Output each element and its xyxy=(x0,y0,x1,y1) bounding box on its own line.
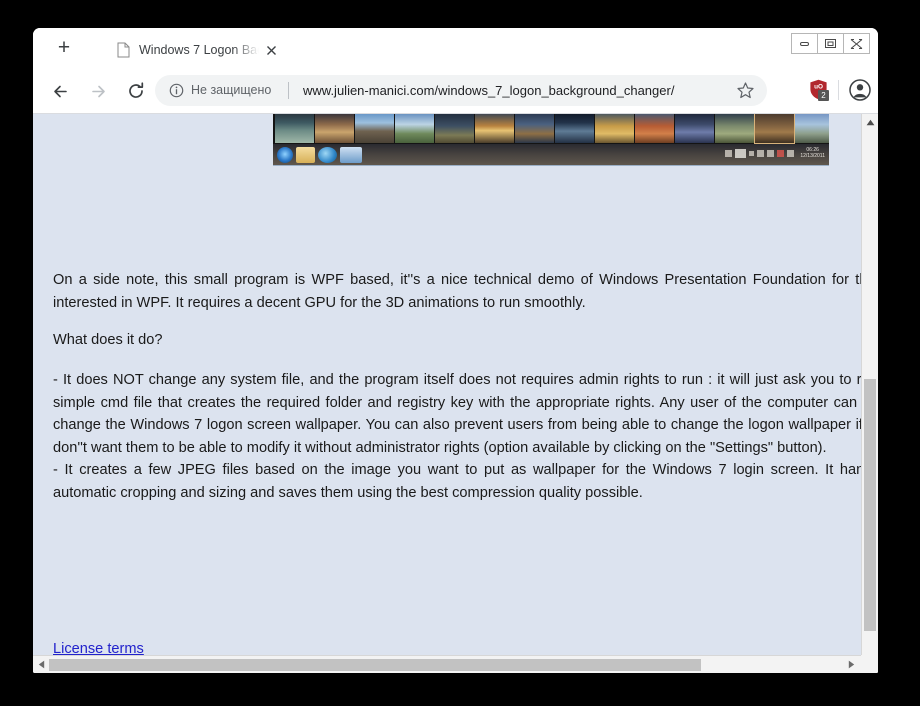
wallpaper-thumbnail xyxy=(315,114,354,143)
horizontal-scrollbar-thumb[interactable] xyxy=(49,659,701,671)
wallpaper-thumbnail xyxy=(715,114,754,143)
wallpaper-thumbnail xyxy=(515,114,554,143)
explorer-icon xyxy=(296,146,315,163)
new-tab-button[interactable]: + xyxy=(53,37,75,59)
reload-icon[interactable] xyxy=(123,78,149,104)
screenshot-root: + Windows 7 Logon Backgr xyxy=(0,0,920,706)
scrollbar-corner xyxy=(861,655,878,673)
url-text: www.julien-manici.com/windows_7_logon_ba… xyxy=(303,83,675,98)
paragraph-bullet-1: - It does NOT change any system file, an… xyxy=(53,372,878,456)
program-screenshot-image: 06:26 12/13/2011 xyxy=(273,114,829,166)
page-content: 06:26 12/13/2011 On a side note, this sm… xyxy=(33,114,878,657)
clock-date: 12/13/2011 xyxy=(800,153,825,159)
tray-pen-icon xyxy=(735,148,747,158)
maximize-button[interactable] xyxy=(817,33,844,54)
security-status-label: Не защищено xyxy=(191,83,272,97)
start-orb-icon xyxy=(277,146,293,163)
star-icon[interactable] xyxy=(736,81,755,100)
paragraph-question: What does it do? xyxy=(53,332,163,348)
scroll-right-arrow-icon[interactable] xyxy=(843,656,860,673)
tray-volume-icon xyxy=(787,149,795,157)
windows-taskbar: 06:26 12/13/2011 xyxy=(273,144,829,165)
wallpaper-thumbnail xyxy=(275,114,314,143)
close-button[interactable] xyxy=(843,33,870,54)
wallpaper-thumbnail-selected xyxy=(754,114,795,144)
omnibox-divider xyxy=(288,82,289,99)
wallpaper-thumbnail xyxy=(355,114,394,143)
wallpaper-thumbnail xyxy=(675,114,714,143)
paragraph-bullet-2: - It creates a few JPEG files based on t… xyxy=(53,462,878,501)
address-bar[interactable]: Не защищено www.julien-manici.com/window… xyxy=(155,75,767,106)
tray-language-icon xyxy=(725,149,733,157)
tray-battery-icon xyxy=(777,149,785,157)
profile-avatar-icon[interactable] xyxy=(849,79,871,101)
page-viewport: 06:26 12/13/2011 On a side note, this sm… xyxy=(33,114,878,673)
vertical-scrollbar[interactable] xyxy=(861,114,878,673)
info-circle-icon[interactable] xyxy=(169,83,184,98)
back-button[interactable] xyxy=(47,78,73,104)
browser-toolbar: Не защищено www.julien-manici.com/window… xyxy=(33,68,878,114)
vertical-scrollbar-thumb[interactable] xyxy=(864,379,876,631)
wallpaper-thumbnail xyxy=(595,114,634,143)
chrome-browser-window: + Windows 7 Logon Backgr xyxy=(33,28,878,673)
taskbar-clock: 06:26 12/13/2011 xyxy=(800,147,825,159)
ublock-origin-icon[interactable]: uO 2 xyxy=(809,79,829,101)
wallpaper-thumbnail xyxy=(435,114,474,143)
scroll-up-arrow-icon[interactable] xyxy=(862,114,878,131)
minimize-button[interactable] xyxy=(791,33,818,54)
wallpaper-thumbnail-row xyxy=(273,114,829,144)
wallpaper-thumbnail xyxy=(635,114,674,143)
page-icon xyxy=(117,42,130,58)
media-center-icon xyxy=(340,146,362,163)
forward-button[interactable] xyxy=(85,78,111,104)
tab-title: Windows 7 Logon Backgr xyxy=(139,43,259,57)
wallpaper-thumbnail xyxy=(555,114,594,143)
tab-strip: + Windows 7 Logon Backgr xyxy=(33,28,878,68)
system-tray: 06:26 12/13/2011 xyxy=(725,147,825,159)
tray-shield-icon xyxy=(767,149,775,157)
close-icon[interactable] xyxy=(264,43,279,58)
paragraph-sidenote: On a side note, this small program is WP… xyxy=(53,272,878,311)
horizontal-scrollbar[interactable] xyxy=(33,655,878,673)
internet-explorer-icon xyxy=(318,146,337,163)
wallpaper-thumbnail xyxy=(475,114,514,143)
wallpaper-thumbnail xyxy=(795,114,829,143)
wallpaper-thumbnail xyxy=(395,114,434,143)
browser-tab[interactable]: Windows 7 Logon Backgr xyxy=(101,32,291,68)
window-controls xyxy=(791,33,870,54)
extension-badge-count: 2 xyxy=(818,90,829,101)
toolbar-divider xyxy=(838,80,839,100)
tray-arrow-icon xyxy=(749,150,755,156)
scroll-left-arrow-icon[interactable] xyxy=(33,656,50,673)
tray-network-icon xyxy=(757,149,765,157)
